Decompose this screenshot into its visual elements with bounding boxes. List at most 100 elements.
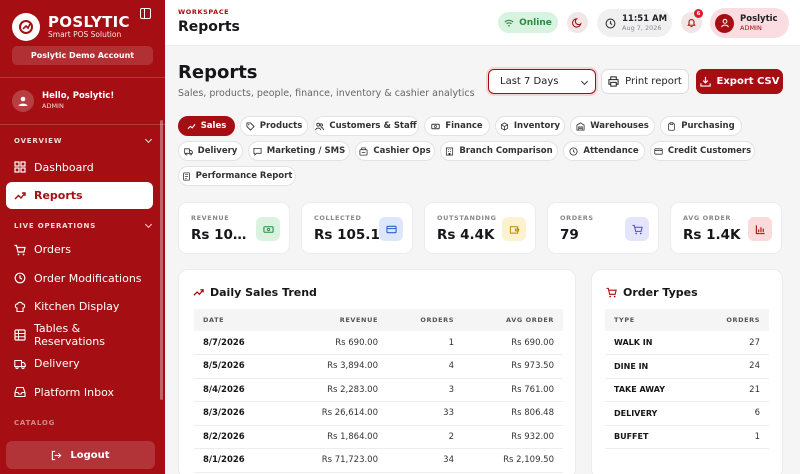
sidebar: POSLYTIC Smart POS Solution Poslytic Dem… [0, 0, 165, 474]
truck-icon [183, 147, 193, 155]
bar-chart-icon [748, 217, 772, 241]
account-switcher-button[interactable]: Poslytic Demo Account [12, 46, 153, 65]
sidebar-item-tables-reservations[interactable]: Tables & Reservations [6, 322, 153, 349]
wifi-icon [504, 19, 514, 27]
sidebar-item-label: Platform Inbox [34, 385, 114, 399]
sidebar-item-orders[interactable]: Orders [6, 236, 153, 263]
message-icon [253, 147, 262, 156]
column-header: TYPE [605, 309, 705, 331]
tab-purchasing[interactable]: Purchasing [660, 116, 742, 136]
truck-icon [14, 359, 26, 369]
tab-label: Sales [200, 121, 227, 131]
tab-label: Marketing / SMS [266, 146, 346, 156]
tab-cashier-ops[interactable]: Cashier Ops [355, 141, 435, 161]
tab-performance-report[interactable]: Performance Report [178, 166, 296, 186]
section-catalog[interactable]: CATALOG [0, 416, 165, 430]
tab-label: Finance [445, 121, 483, 131]
section-live-operations[interactable]: LIVE OPERATIONS [0, 219, 165, 233]
date-range-value: Last 7 Days [500, 76, 559, 87]
tab-customers-staff[interactable]: Customers & Staff [313, 116, 419, 136]
stat-label: OUTSTANDING [437, 214, 497, 222]
sidebar-item-platform-inbox[interactable]: Platform Inbox [6, 379, 153, 406]
tab-sales[interactable]: Sales [178, 116, 235, 136]
user-chip-name: Poslytic [740, 13, 778, 24]
column-header: ORDERS [387, 309, 463, 331]
sidebar-item-kitchen-display[interactable]: Kitchen Display [6, 293, 153, 320]
cell-date: 8/2/2026 [194, 425, 289, 449]
sidebar-item-label: Tables & Reservations [34, 322, 105, 348]
card-title: Order Types [606, 286, 698, 299]
stat-label: AVG ORDER [683, 214, 731, 222]
credit-card-icon [379, 217, 403, 241]
logout-button[interactable]: Logout [6, 441, 155, 469]
tab-credit-customers[interactable]: Credit Customers [650, 141, 755, 161]
tab-label: Branch Comparison [459, 146, 553, 156]
print-report-button[interactable]: Print report [601, 69, 689, 94]
daily-sales-table: DATE REVENUE ORDERS AVG ORDER 8/7/2026 R… [194, 309, 563, 473]
cell-orders: 6 [705, 401, 769, 426]
cell-revenue: Rs 690.00 [289, 331, 387, 355]
sidebar-item-delivery[interactable]: Delivery [6, 350, 153, 377]
tab-finance[interactable]: Finance [424, 116, 490, 136]
user-chip-role: ADMIN [740, 23, 762, 32]
user-avatar-icon [12, 90, 34, 112]
sidebar-collapse-icon[interactable] [140, 8, 151, 19]
tab-products[interactable]: Products [240, 116, 308, 136]
breadcrumb: WORKSPACE [178, 8, 230, 16]
cell-orders: 4 [387, 354, 463, 379]
table-header-row: DATE REVENUE ORDERS AVG ORDER [194, 309, 563, 331]
cell-revenue: Rs 2,283.00 [289, 378, 387, 402]
logout-icon [52, 450, 62, 460]
stat-label: COLLECTED [314, 214, 362, 222]
cell-orders: 34 [387, 448, 463, 473]
notifications-button[interactable]: 6 [681, 9, 703, 33]
tab-label: Inventory [513, 121, 561, 131]
print-report-label: Print report [625, 76, 682, 87]
export-csv-button[interactable]: Export CSV [696, 69, 783, 94]
cell-orders: 24 [705, 354, 769, 379]
order-types-card: Order Types TYPE ORDERS WALK IN 27 DINE … [591, 269, 783, 474]
tab-label: Warehouses [590, 121, 649, 131]
brand[interactable]: POSLYTIC Smart POS Solution [0, 0, 165, 44]
cell-orders: 1 [387, 331, 463, 355]
user-avatar-icon [715, 13, 734, 33]
cell-avg-order: Rs 806.48 [463, 401, 563, 426]
register-icon [359, 146, 368, 156]
column-header: DATE [194, 309, 289, 331]
sidebar-item-label: Delivery [34, 357, 80, 370]
online-status-label: Online [519, 17, 552, 28]
table-row: WALK IN 27 [605, 331, 769, 355]
user-menu-button[interactable]: Poslytic ADMIN [710, 8, 789, 38]
warehouse-icon [576, 121, 585, 131]
daily-sales-trend-card: Daily Sales Trend DATE REVENUE ORDERS AV… [178, 269, 576, 474]
tab-delivery[interactable]: Delivery [178, 141, 243, 161]
sidebar-item-dashboard[interactable]: Dashboard [6, 154, 153, 181]
sidebar-item-reports[interactable]: Reports [6, 182, 153, 209]
banknote-icon [256, 217, 280, 241]
column-header: AVG ORDER [463, 309, 563, 331]
tab-branch-comparison[interactable]: Branch Comparison [440, 141, 558, 161]
top-header: WORKSPACE Reports Online 11:51 AM Aug 7,… [165, 0, 800, 46]
clock-icon [569, 146, 578, 156]
tab-label: Purchasing [681, 121, 735, 131]
users-icon [315, 122, 325, 130]
sidebar-user[interactable]: Hello, Poslytic! ADMIN [0, 78, 165, 124]
theme-toggle-button[interactable] [567, 12, 588, 33]
tab-label: Credit Customers [667, 146, 752, 156]
banknote-icon [431, 123, 441, 129]
table-row: 8/5/2026 Rs 3,894.00 4 Rs 973.50 [194, 354, 563, 379]
stat-card-orders: ORDERS 79 [547, 202, 659, 254]
cell-orders: 27 [705, 331, 769, 355]
tab-attendance[interactable]: Attendance [563, 141, 645, 161]
notification-count-badge: 6 [694, 9, 703, 18]
tab-marketing-sms[interactable]: Marketing / SMS [248, 141, 350, 161]
sidebar-item-label: Dashboard [34, 160, 94, 174]
date-range-select[interactable]: Last 7 Days [488, 69, 596, 94]
tab-warehouses[interactable]: Warehouses [570, 116, 655, 136]
order-types-table: TYPE ORDERS WALK IN 27 DINE IN 24 TAKE A… [605, 309, 769, 449]
tab-inventory[interactable]: Inventory [495, 116, 565, 136]
tag-icon [246, 121, 255, 131]
section-overview[interactable]: OVERVIEW [0, 134, 165, 148]
sidebar-item-order-modifications[interactable]: Order Modifications [6, 265, 153, 292]
sidebar-scrollbar[interactable] [160, 120, 163, 400]
